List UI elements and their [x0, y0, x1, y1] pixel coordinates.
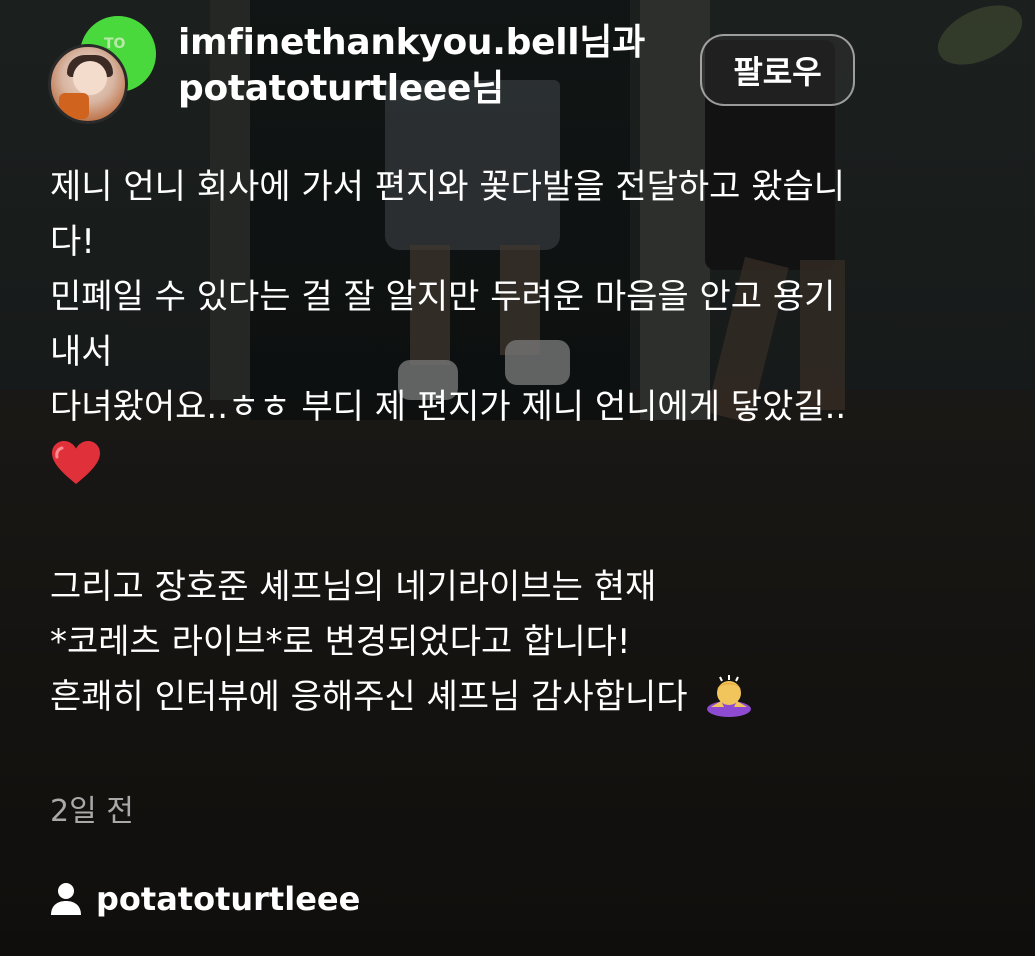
- author-names: imfinethankyou.bell님과 potatoturtleee님: [178, 20, 645, 112]
- post-caption: 제니 언니 회사에 가서 편지와 꽃다발을 전달하고 왔습니 다! 민폐일 수 …: [50, 160, 990, 725]
- author-primary-suffix: 님과: [579, 22, 645, 63]
- tagged-user-name[interactable]: potatoturtleee: [96, 880, 360, 918]
- person-icon: [50, 882, 82, 916]
- caption-line: *코레츠 라이브*로 변경되었다고 합니다!: [50, 622, 631, 662]
- author-secondary-line: potatoturtleee님: [178, 66, 645, 112]
- avatar-primary[interactable]: [48, 44, 128, 124]
- author-primary[interactable]: imfinethankyou.bell: [178, 22, 580, 63]
- person-bowing-icon: [704, 673, 754, 717]
- post-screen: TO imfinethankyou.bell님과 potatoturtleee님…: [0, 0, 1035, 956]
- tagged-user[interactable]: potatoturtleee: [50, 880, 360, 918]
- author-primary-line: imfinethankyou.bell님과: [178, 20, 645, 66]
- caption-line-heart: [50, 435, 990, 490]
- caption-line: 다녀왔어요..ㅎㅎ 부디 제 편지가 제니 언니에게 닿았길..: [50, 387, 847, 427]
- caption-gap: [50, 490, 990, 560]
- caption-line: 민폐일 수 있다는 걸 잘 알지만 두려운 마음을 안고 용기: [50, 277, 836, 317]
- follow-button[interactable]: 팔로우: [700, 34, 855, 106]
- caption-line-text: 흔쾌히 인터뷰에 응해주신 셰프님 감사합니다: [50, 677, 688, 717]
- caption-line: 그리고 장호준 셰프님의 네기라이브는 현재: [50, 567, 657, 607]
- post-timestamp: 2일 전: [50, 794, 134, 829]
- author-secondary-suffix: 님: [471, 68, 504, 109]
- caption-line: 제니 언니 회사에 가서 편지와 꽃다발을 전달하고 왔습니: [50, 167, 846, 207]
- author-secondary[interactable]: potatoturtleee: [178, 68, 471, 109]
- caption-line: 다!: [50, 222, 95, 262]
- caption-line-bow: 흔쾌히 인터뷰에 응해주신 셰프님 감사합니다: [50, 670, 990, 725]
- red-heart-icon: [50, 440, 100, 484]
- avatar-group[interactable]: TO: [48, 16, 156, 126]
- caption-line: 내서: [50, 332, 113, 372]
